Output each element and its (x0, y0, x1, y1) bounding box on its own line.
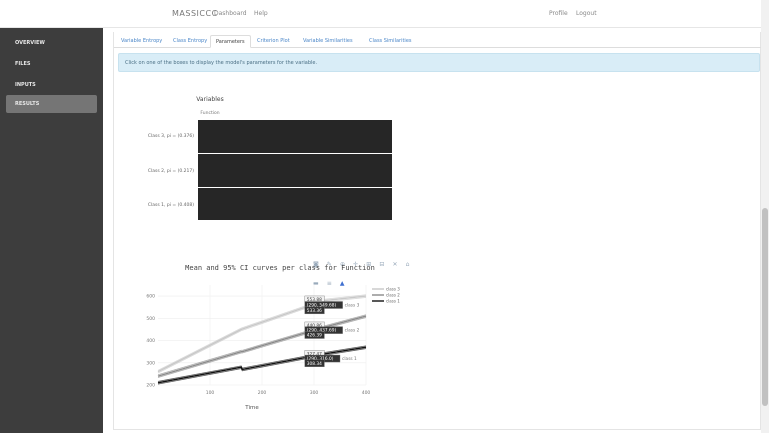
scrollbar-thumb[interactable] (762, 208, 768, 406)
nav-profile[interactable]: Profile (549, 10, 568, 17)
results-tabs: Variable Entropy Class Entropy Parameter… (114, 32, 762, 48)
nav-logout[interactable]: Logout (576, 10, 597, 17)
heatmap-cell-class3[interactable] (198, 120, 392, 153)
legend-label: class 2 (386, 293, 400, 298)
y-tick-label: 400 (146, 338, 155, 344)
tab-parameters[interactable]: Parameters (210, 35, 251, 48)
chart-title: Mean and 95% CI curves per class for Fun… (185, 264, 375, 272)
x-tick-label: 400 (362, 390, 371, 396)
chart-toolbar: ◙ ✎ ⊕ ✛ ⊞ ⊟ ✕ ⌂ ▬ ≡ ▲ (313, 251, 423, 287)
hover-label-text: 533.36 (307, 308, 322, 314)
sidebar-item-overview[interactable]: OVERVIEW (6, 34, 97, 52)
tab-class-entropy[interactable]: Class Entropy (168, 35, 212, 48)
sidebar-item-results[interactable]: RESULTS (6, 95, 97, 113)
x-tick-label: 200 (258, 390, 267, 396)
x-tick-label: 100 (206, 390, 215, 396)
sidebar-item-inputs[interactable]: INPUTS (6, 76, 97, 94)
heatmap-subtitle: Function (200, 111, 220, 116)
nav-dashboard[interactable]: Dashboard (214, 10, 247, 17)
hover-label-series: class 2 (345, 328, 360, 334)
tab-variable-similarities[interactable]: Variable Similarities (298, 35, 358, 48)
heatmap-cell-class2[interactable] (198, 154, 392, 187)
tab-criterion-plot[interactable]: Criterion Plot (252, 35, 295, 48)
y-tick-label: 200 (146, 383, 155, 389)
tab-class-similarities[interactable]: Class Similarities (364, 35, 417, 48)
hover-label-text: 308.34 (307, 361, 322, 367)
sidebar-item-files[interactable]: FILES (6, 55, 97, 73)
hover-label-series: class 1 (342, 356, 357, 362)
heatmap-row-label: Class 2, pi = (0.217) (147, 169, 194, 174)
brand-logo[interactable]: MASSICCC (172, 9, 218, 18)
x-axis-label: Time (244, 405, 259, 411)
top-navbar: MASSICCC Dashboard Help Profile Logout (0, 0, 761, 28)
y-tick-label: 300 (146, 360, 155, 366)
y-tick-label: 500 (146, 316, 155, 322)
info-alert: Click on one of the boxes to display the… (118, 53, 760, 72)
heatmap-row-label: Class 3, pi = (0.376) (147, 134, 194, 139)
sidebar: OVERVIEW FILES INPUTS RESULTS (0, 28, 103, 433)
hover-label-series: class 3 (345, 303, 360, 309)
app-root: MASSICCC Dashboard Help Profile Logout O… (0, 0, 769, 433)
legend-label: class 3 (386, 287, 400, 292)
heatmap-cell-class1[interactable] (198, 188, 392, 220)
line-chart[interactable]: 200300400500600100 200 300 400Timeclass 3cl… (140, 279, 400, 417)
heatmap-row-label: Class 1, pi = (0.408) (147, 203, 194, 208)
x-tick-label: 300 (310, 390, 319, 396)
hover-label-text: 426.39 (307, 333, 322, 339)
heatmap-title: Variables (196, 96, 224, 103)
y-tick-label: 600 (146, 294, 155, 300)
tab-variable-entropy[interactable]: Variable Entropy (116, 35, 167, 48)
nav-help[interactable]: Help (254, 10, 268, 17)
legend-label: class 1 (386, 299, 400, 304)
